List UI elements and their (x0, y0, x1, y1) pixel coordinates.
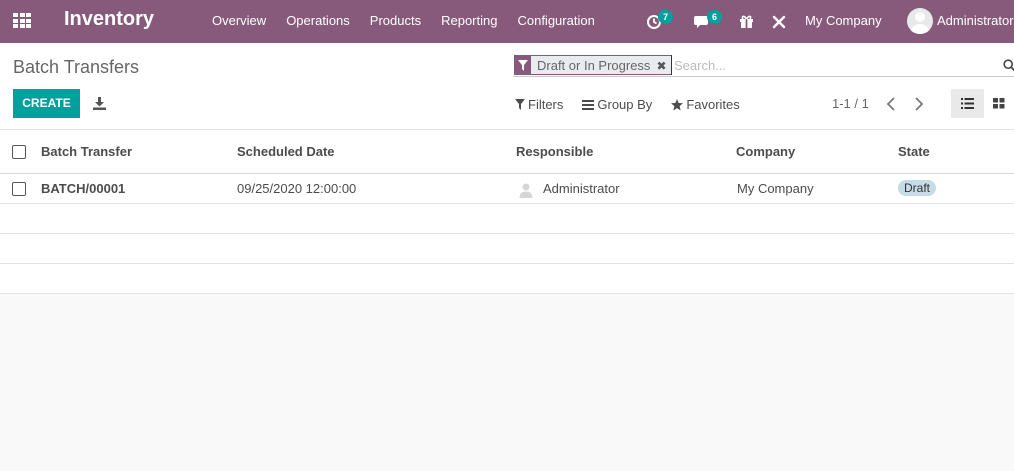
star-icon (671, 98, 684, 110)
menu-item-products[interactable]: Products (370, 13, 421, 28)
status-badge: Draft (898, 180, 937, 196)
tools-icon (772, 15, 786, 28)
activity-count-badge: 7 (658, 10, 673, 24)
search-facet: Draft or In Progress ✖ (514, 55, 672, 75)
pager-value[interactable]: 1-1 / 1 (832, 96, 869, 111)
menu-item-overview[interactable]: Overview (212, 13, 266, 28)
search-input[interactable] (671, 55, 991, 75)
column-header-scheduled-date[interactable]: Scheduled Date (237, 144, 335, 159)
filter-icon (515, 99, 525, 110)
responsible-avatar-icon (518, 182, 534, 198)
column-header-batch-transfer[interactable]: Batch Transfer (41, 144, 132, 159)
list-view-button[interactable] (951, 89, 984, 118)
debug-tools-button[interactable] (772, 0, 786, 43)
column-header-company[interactable]: Company (736, 144, 795, 159)
facet-remove-icon[interactable]: ✖ (656, 59, 666, 73)
filters-dropdown[interactable]: Filters (515, 97, 563, 112)
messages-count-badge: 6 (707, 10, 722, 24)
column-header-responsible[interactable]: Responsible (516, 144, 593, 159)
empty-row (0, 234, 1014, 264)
group-by-label: Group By (597, 97, 653, 112)
top-navbar: Inventory Overview Operations Products R… (0, 0, 1014, 43)
menu-item-configuration[interactable]: Configuration (517, 13, 594, 28)
apps-menu-icon[interactable] (13, 13, 31, 29)
search-icon[interactable] (1003, 59, 1014, 72)
table-header: Batch Transfer Scheduled Date Responsibl… (0, 130, 1014, 174)
row-checkbox[interactable] (12, 182, 26, 196)
search-box: Draft or In Progress ✖ (513, 54, 1014, 77)
kanban-view-button[interactable] (988, 89, 1014, 118)
favorites-dropdown[interactable]: Favorites (671, 97, 740, 112)
empty-row (0, 204, 1014, 234)
table-row[interactable]: BATCH/00001 09/25/2020 12:00:00 Administ… (0, 174, 1014, 204)
app-name[interactable]: Inventory (64, 8, 154, 31)
search-options: Filters Group By Favorites (515, 97, 740, 112)
facet-value: Draft or In Progress (537, 58, 651, 73)
cell-batch: BATCH/00001 (41, 181, 126, 196)
favorites-label: Favorites (686, 97, 740, 112)
breadcrumb: Batch Transfers (13, 57, 140, 77)
company-switcher[interactable]: My Company (805, 13, 882, 28)
user-avatar[interactable] (907, 8, 933, 34)
column-header-state[interactable]: State (898, 144, 930, 159)
select-all-checkbox[interactable] (12, 145, 26, 159)
control-panel: Batch Transfers Draft or In Progress ✖ C… (0, 43, 1014, 130)
create-button[interactable]: CREATE (13, 89, 80, 118)
chevron-right-icon[interactable] (913, 97, 925, 111)
filter-facet-icon (515, 56, 531, 74)
list-view-icon (961, 98, 974, 109)
batch-transfers-table: Batch Transfer Scheduled Date Responsibl… (0, 130, 1014, 294)
menu-item-reporting[interactable]: Reporting (441, 13, 497, 28)
user-menu[interactable]: Administrator (937, 13, 1014, 28)
empty-row (0, 264, 1014, 294)
facet-value-wrap: Draft or In Progress ✖ (531, 56, 671, 74)
menu-item-operations[interactable]: Operations (286, 13, 350, 28)
gift-button[interactable] (739, 0, 754, 43)
gift-icon (740, 15, 753, 28)
cell-company: My Company (737, 181, 814, 196)
kanban-view-icon (993, 98, 1005, 109)
chevron-left-icon[interactable] (885, 97, 897, 111)
group-by-dropdown[interactable]: Group By (582, 97, 652, 112)
cell-scheduled-date: 09/25/2020 12:00:00 (237, 181, 357, 196)
download-icon[interactable] (93, 97, 106, 110)
cell-responsible: Administrator (543, 181, 620, 196)
bars-icon (582, 99, 595, 110)
filters-label: Filters (528, 97, 564, 112)
cell-state: Draft (898, 180, 937, 196)
main-menu: Overview Operations Products Reporting C… (212, 13, 615, 28)
